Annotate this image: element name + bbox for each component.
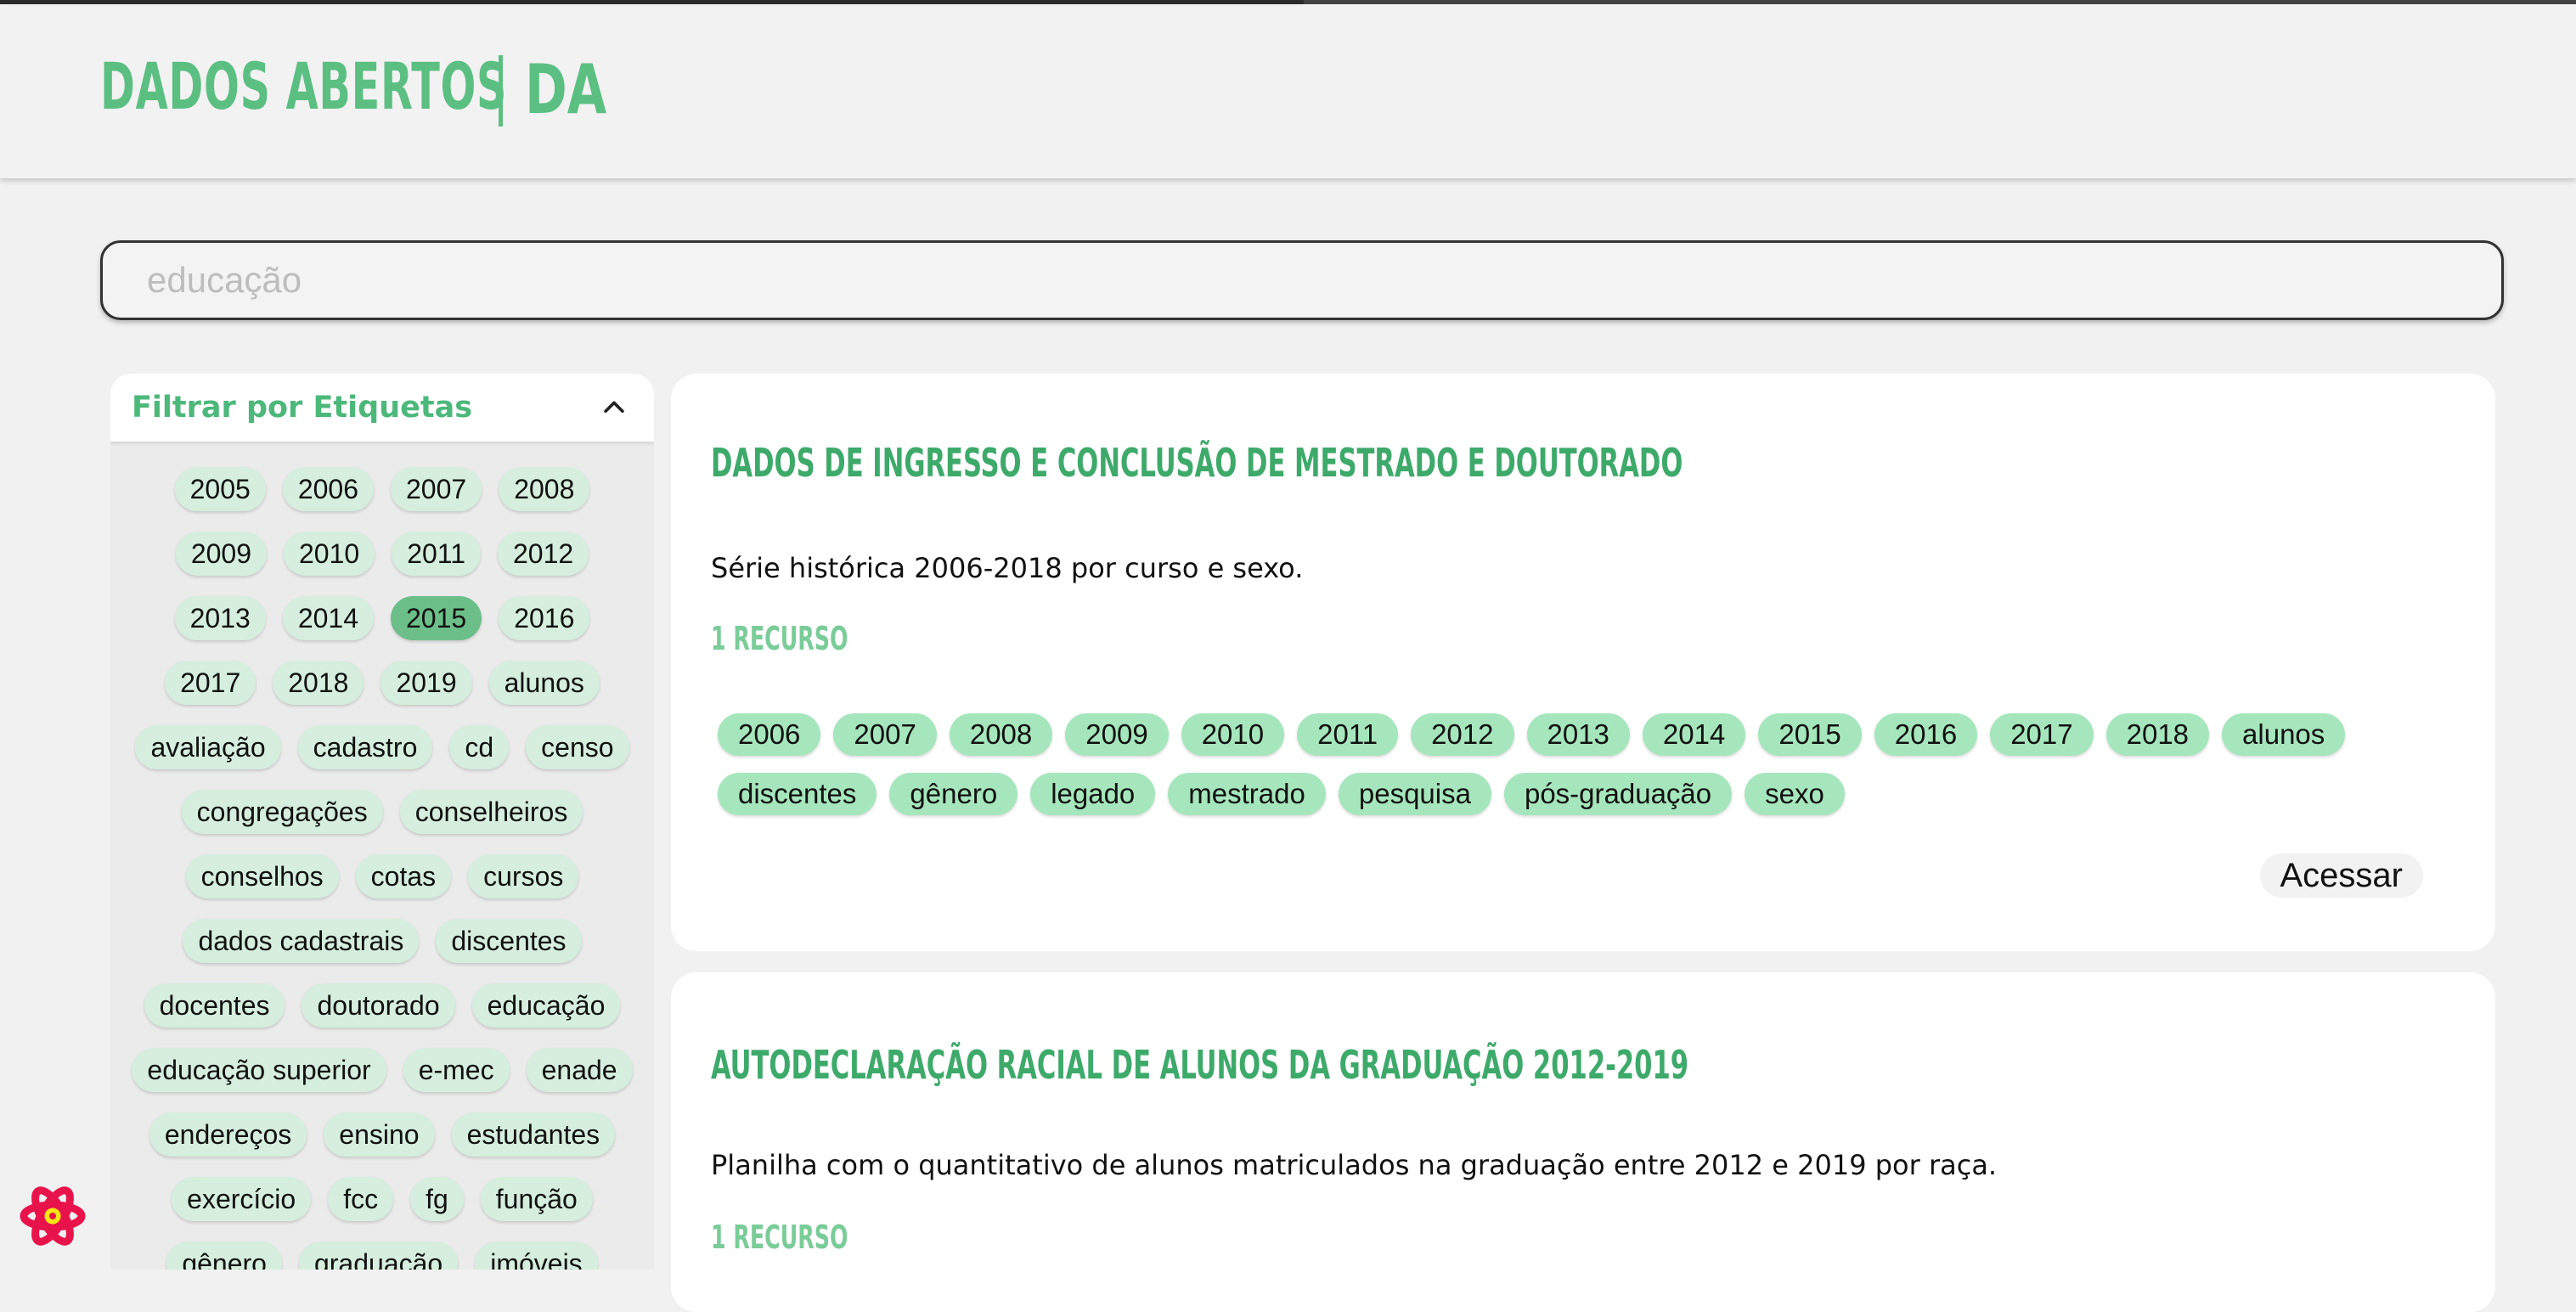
filter-tag[interactable]: 2019 xyxy=(380,661,472,705)
filter-tag[interactable]: 2009 xyxy=(175,532,267,576)
filter-tag[interactable]: censo xyxy=(526,725,629,769)
tag-filter-panel: Filtrar por Etiquetas 2005 2006 2007 2008 20… xyxy=(110,374,654,1270)
dataset-tag[interactable]: pós-graduação xyxy=(1503,773,1733,815)
filter-tag[interactable]: 2007 xyxy=(391,467,482,511)
filter-tag[interactable]: 2012 xyxy=(498,532,589,576)
filter-tag[interactable]: 2014 xyxy=(282,596,374,640)
filter-tag[interactable]: ensino xyxy=(324,1112,435,1157)
dataset-resource-count: 1 RECURSO xyxy=(711,620,848,657)
filter-tag[interactable]: 2010 xyxy=(284,532,375,576)
dataset-tag[interactable]: discentes xyxy=(718,773,877,815)
site-logo[interactable]: DADOS ABERTOS DA xyxy=(100,48,606,129)
dataset-tag[interactable]: 2006 xyxy=(718,713,821,756)
dataset-card: DADOS DE INGRESSO E CONCLUSÃO DE MESTRAD… xyxy=(671,374,2495,951)
filter-tag[interactable]: endereços xyxy=(149,1112,307,1157)
tag-filter-header[interactable]: Filtrar por Etiquetas xyxy=(110,374,654,442)
tag-filter-title: Filtrar por Etiquetas xyxy=(132,391,473,425)
dataset-tag[interactable]: 2014 xyxy=(1642,713,1746,756)
dataset-tag[interactable]: alunos xyxy=(2222,713,2346,756)
dataset-title[interactable]: DADOS DE INGRESSO E CONCLUSÃO DE MESTRAD… xyxy=(711,440,1683,486)
filter-tag[interactable]: gênero xyxy=(166,1242,282,1270)
dataset-tag[interactable]: 2011 xyxy=(1297,713,1399,756)
dataset-tag[interactable]: pesquisa xyxy=(1338,773,1491,815)
filter-tag[interactable]: educação superior xyxy=(132,1048,386,1092)
access-button[interactable]: Acessar xyxy=(2259,853,2423,898)
filter-tag[interactable]: enade xyxy=(526,1048,633,1092)
filter-tag[interactable]: cadastro xyxy=(297,725,433,769)
filter-tag[interactable]: 2016 xyxy=(499,596,590,640)
dataset-tag[interactable]: 2013 xyxy=(1526,713,1630,756)
filter-tag[interactable]: alunos xyxy=(488,661,600,705)
filter-tag[interactable]: cotas xyxy=(355,854,452,898)
filter-tag[interactable]: docentes xyxy=(144,983,285,1028)
dataset-tag[interactable]: gênero xyxy=(889,773,1018,815)
dataset-tag-list: 2006 2007 2008 2009 2010 2011 2012 2013 2014 2015… xyxy=(718,713,2399,815)
filter-tag[interactable]: e-mec xyxy=(403,1048,510,1092)
dataset-tag[interactable]: 2018 xyxy=(2105,713,2210,756)
filter-tag[interactable]: cursos xyxy=(468,854,579,898)
dataset-tag[interactable]: 2017 xyxy=(1990,713,2094,756)
dataset-title[interactable]: AUTODECLARAÇÃO RACIAL DE ALUNOS DA GRADU… xyxy=(711,1042,1688,1088)
dataset-resource-count: 1 RECURSO xyxy=(711,1219,848,1256)
filter-tag[interactable]: graduação xyxy=(298,1242,459,1270)
dataset-tag[interactable]: 2012 xyxy=(1411,713,1514,756)
dataset-description: Série histórica 2006-2018 por curso e se… xyxy=(711,552,1304,584)
filter-tag[interactable]: 2015 xyxy=(391,596,482,640)
filter-tag[interactable]: 2018 xyxy=(273,661,364,705)
react-devtools-icon[interactable] xyxy=(17,1180,88,1252)
dataset-tag[interactable]: 2008 xyxy=(949,713,1053,756)
filter-tag[interactable]: 2017 xyxy=(165,661,256,705)
search-input[interactable] xyxy=(100,240,2504,320)
filter-tag[interactable]: imóveis xyxy=(475,1242,598,1270)
tag-filter-list: 2005 2006 2007 2008 2009 2010 2011 2012 2013 2014… xyxy=(110,442,654,1270)
dataset-tag[interactable]: 2016 xyxy=(1874,713,1978,756)
filter-tag[interactable]: doutorado xyxy=(302,983,455,1028)
site-header: DADOS ABERTOS DA xyxy=(0,4,2576,178)
dataset-card: AUTODECLARAÇÃO RACIAL DE ALUNOS DA GRADU… xyxy=(671,972,2495,1312)
filter-tag[interactable]: cd xyxy=(449,725,510,769)
dataset-tag[interactable]: 2015 xyxy=(1758,713,1862,756)
filter-tag[interactable]: exercício xyxy=(172,1177,312,1221)
filter-tag[interactable]: discentes xyxy=(436,919,582,963)
filter-tag[interactable]: congregações xyxy=(181,790,383,834)
filter-tag[interactable]: 2013 xyxy=(174,596,266,640)
dataset-tag[interactable]: mestrado xyxy=(1168,773,1326,815)
dataset-description: Planilha com o quantitativo de alunos ma… xyxy=(711,1149,1998,1181)
filter-tag[interactable]: fg xyxy=(410,1177,464,1221)
filter-tag[interactable]: fcc xyxy=(328,1177,394,1221)
logo-text: DADOS ABERTOS xyxy=(100,48,508,124)
filter-tag[interactable]: dados cadastrais xyxy=(183,919,420,963)
dataset-tag[interactable]: 2009 xyxy=(1065,713,1169,756)
filter-tag[interactable]: estudantes xyxy=(451,1112,616,1157)
filter-tag[interactable]: conselhos xyxy=(185,854,339,898)
filter-tag[interactable]: 2006 xyxy=(282,467,374,511)
dataset-tag[interactable]: legado xyxy=(1030,773,1156,815)
filter-tag[interactable]: função xyxy=(480,1177,593,1221)
dataset-tag[interactable]: sexo xyxy=(1745,773,1845,815)
chevron-up-icon[interactable] xyxy=(600,393,628,422)
filter-tag[interactable]: 2005 xyxy=(174,467,266,511)
filter-tag[interactable]: educação xyxy=(471,983,621,1028)
logo-mark: DA xyxy=(525,50,607,129)
filter-tag[interactable]: conselheiros xyxy=(399,790,583,834)
filter-tag[interactable]: 2008 xyxy=(499,467,590,511)
logo-separator xyxy=(499,55,503,127)
dataset-tag[interactable]: 2010 xyxy=(1181,713,1285,756)
filter-tag[interactable]: 2011 xyxy=(392,532,481,576)
dataset-tag[interactable]: 2007 xyxy=(833,713,937,756)
filter-tag[interactable]: avaliação xyxy=(135,725,281,769)
